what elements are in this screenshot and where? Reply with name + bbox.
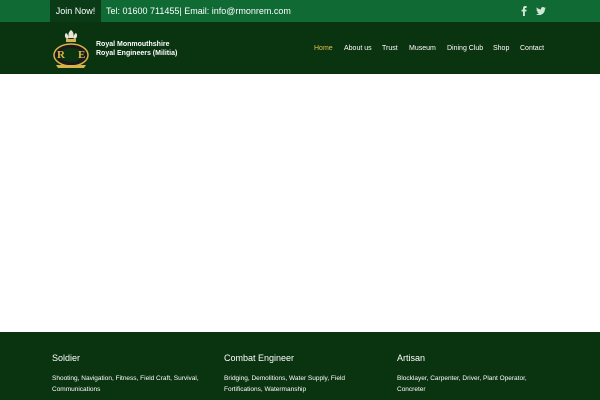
footer-text: Shooting, Navigation, Fitness, Field Cra… [52,375,199,393]
footer-heading: Artisan [397,353,426,363]
top-bar: Join Now! Tel: 01600 711455| Email: info… [0,0,600,22]
brand-line-2: Royal Engineers (Militia) [96,50,178,57]
contact-info: Tel: 01600 711455| Email: info@rmonrem.c… [106,6,291,16]
site-header: R E Royal Monmouthshire Royal Engineers … [0,22,600,74]
svg-text:R: R [57,49,66,61]
join-now-button[interactable]: Join Now! [50,0,101,22]
nav-home[interactable]: Home [314,45,333,52]
footer-text: Bridging, Demolitions, Water Supply, Fie… [224,375,346,393]
brand-line-1: Royal Monmouthshire [96,41,170,48]
twitter-icon[interactable] [535,0,547,22]
nav-museum[interactable]: Museum [409,45,436,52]
footer-heading: Combat Engineer [224,353,295,363]
nav-contact[interactable]: Contact [520,45,544,52]
nav-about-us[interactable]: About us [344,45,372,52]
militia-crest-logo[interactable]: R E [50,27,92,69]
nav-trust[interactable]: Trust [382,45,398,52]
nav-dining-club[interactable]: Dining Club [447,45,483,52]
footer-heading: Soldier [52,353,81,363]
brand-name: Royal Monmouthshire Royal Engineers (Mil… [96,40,177,58]
site-footer: Soldier Shooting, Navigation, Fitness, F… [0,332,600,400]
facebook-icon[interactable] [518,0,530,22]
svg-text:E: E [78,49,85,61]
footer-text: Blocklayer, Carpenter, Driver, Plant Ope… [397,375,527,393]
main-content [0,74,600,332]
nav-shop[interactable]: Shop [493,45,509,52]
